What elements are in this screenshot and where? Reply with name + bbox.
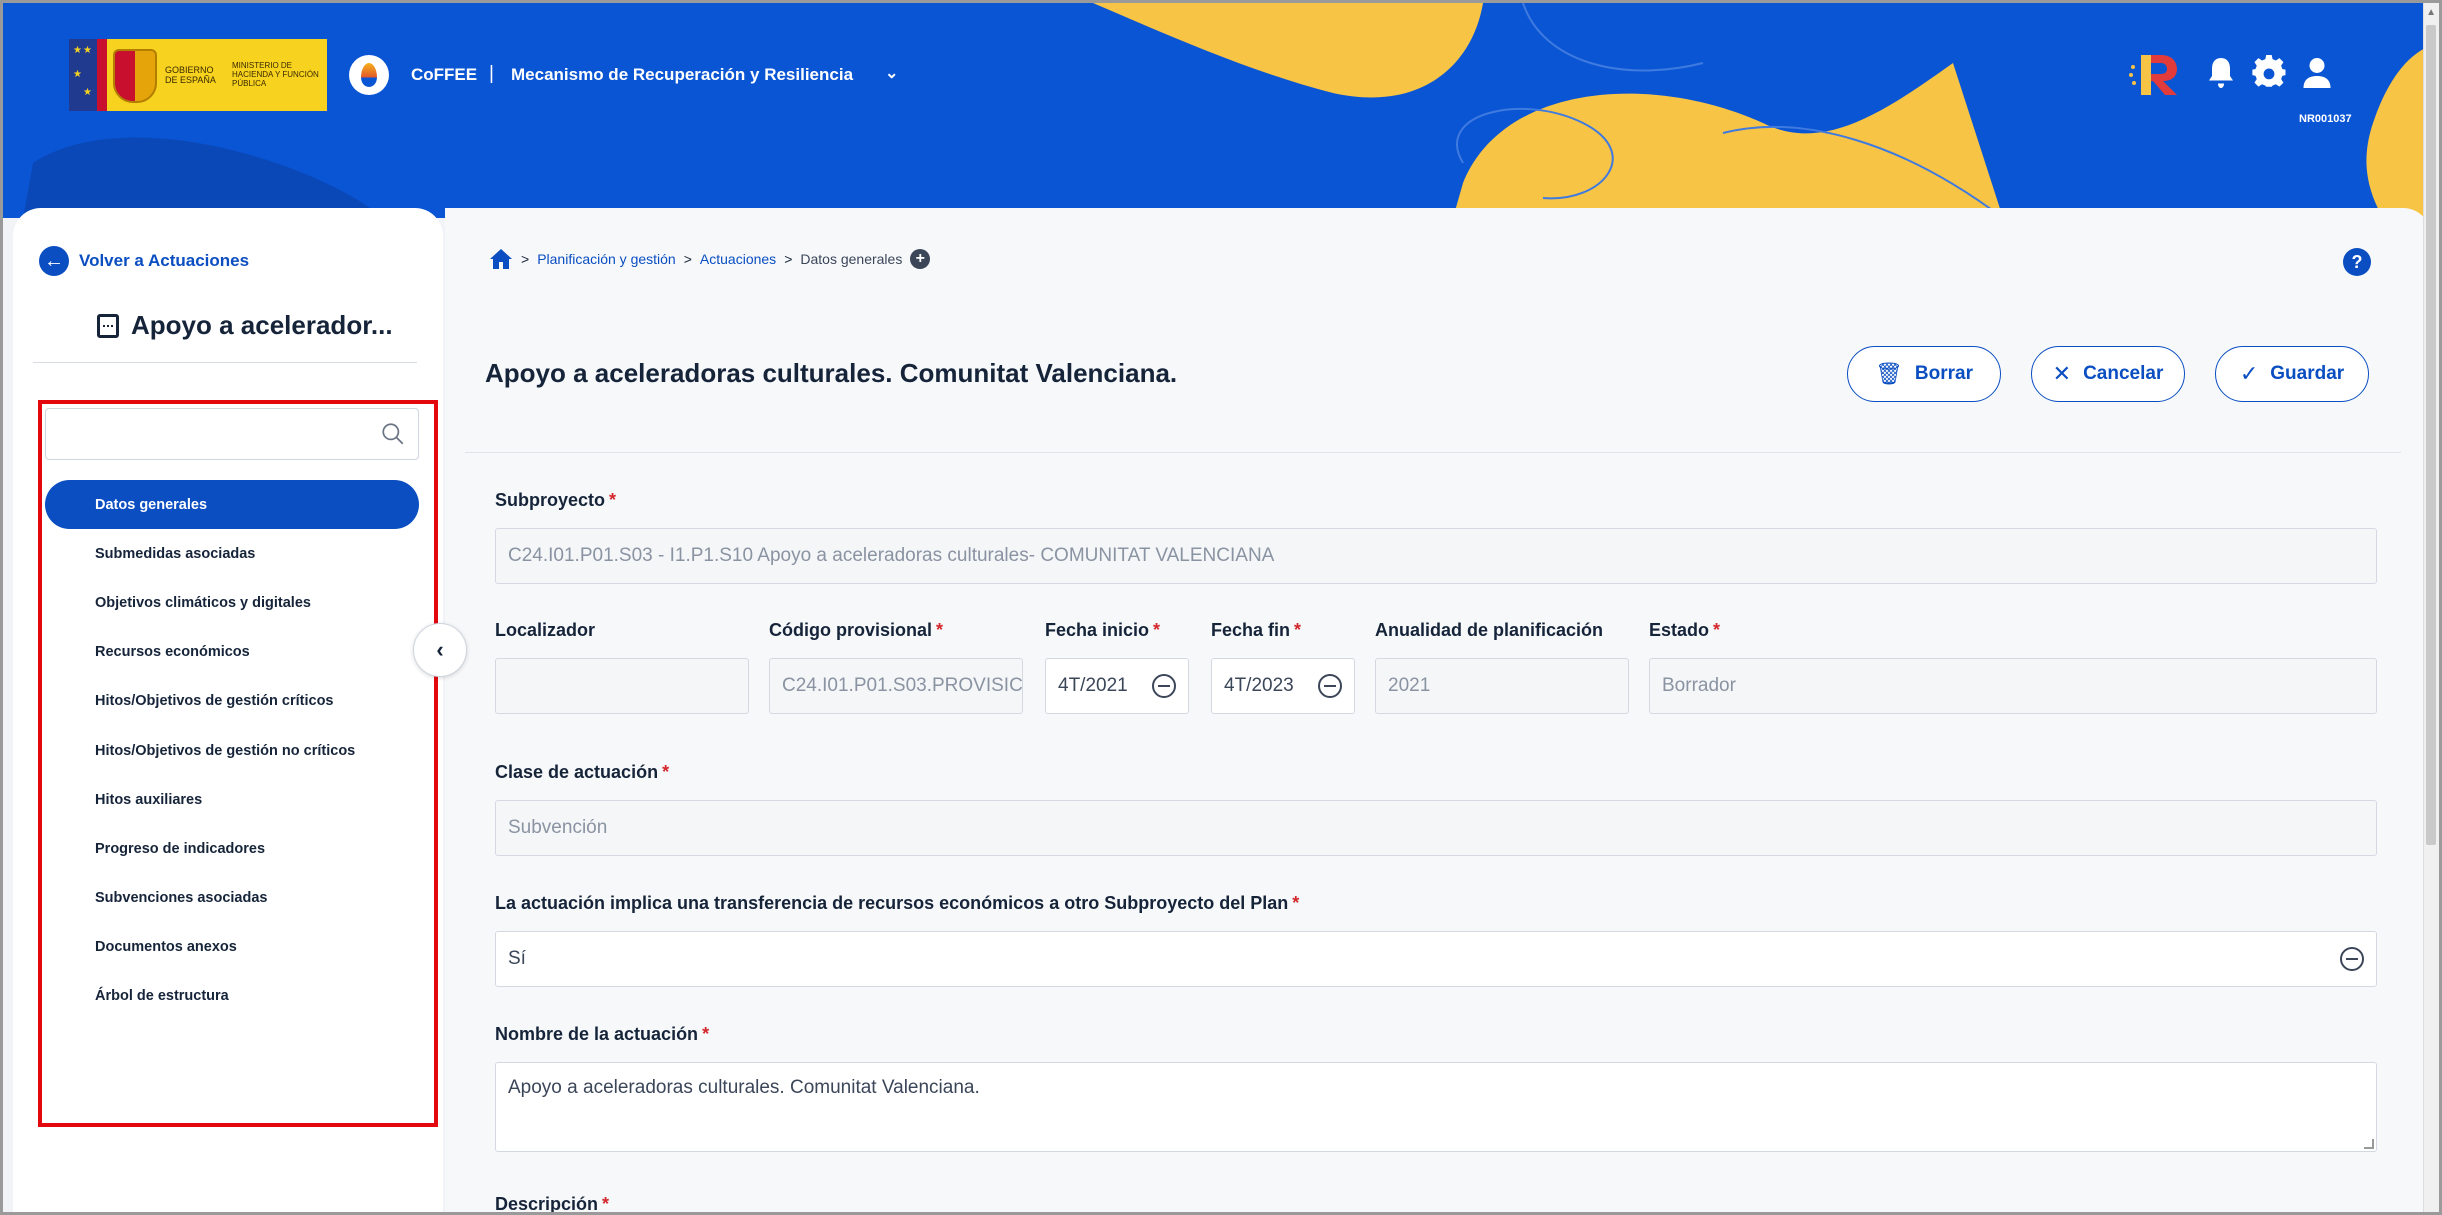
estado-field: Borrador	[1649, 658, 2377, 714]
clear-icon[interactable]	[1318, 674, 1342, 698]
anualidad-field: 2021	[1375, 658, 1629, 714]
main-content: > Planificación y gestión > Actuaciones …	[445, 208, 2431, 1214]
breadcrumb-separator: >	[784, 251, 793, 267]
title-divider	[465, 452, 2401, 453]
app-separator: |	[489, 63, 494, 84]
back-to-actuaciones-link[interactable]: ← Volver a Actuaciones	[39, 246, 249, 276]
top-header: ★ ★ ★ ★ GOBIERNO DE ESPAÑA MINISTERIO DE…	[3, 3, 2439, 218]
resize-handle-icon[interactable]	[2364, 1139, 2374, 1149]
fecha-inicio-value: 4T/2021	[1058, 675, 1128, 696]
transferencia-select[interactable]: Sí	[495, 931, 2377, 987]
nombre-actuacion-label: Nombre de la actuación *	[495, 1024, 710, 1044]
app-name[interactable]: CoFFEE	[411, 65, 477, 85]
logo-red-stripe	[97, 39, 107, 111]
fecha-inicio-label: Fecha inicio *	[1045, 620, 1161, 640]
module-selector[interactable]: Mecanismo de Recuperación y Resiliencia	[511, 65, 853, 85]
check-icon: ✓	[2239, 361, 2259, 386]
calculator-icon	[97, 313, 119, 338]
collapse-sidebar-button[interactable]: ‹	[413, 623, 467, 677]
gear-icon[interactable]	[2251, 55, 2287, 91]
logo-text-government: GOBIERNO DE ESPAÑA	[165, 65, 216, 85]
arrow-left-icon: ←	[39, 246, 69, 276]
sidebar-title-text: Apoyo a acelerador...	[131, 310, 393, 340]
descripcion-label: Descripción *	[495, 1194, 610, 1214]
cancel-button-label: Cancelar	[2083, 363, 2164, 384]
breadcrumb: > Planificación y gestión > Actuaciones …	[489, 248, 931, 270]
page-title: Apoyo a aceleradoras culturales. Comunit…	[485, 358, 1178, 388]
nombre-actuacion-value: Apoyo a aceleradoras culturales. Comunit…	[508, 1077, 980, 1098]
clase-actuacion-field: Subvención	[495, 800, 2377, 856]
home-icon[interactable]	[489, 248, 513, 270]
breadcrumb-separator: >	[683, 251, 692, 267]
eu-flag: ★ ★ ★ ★	[69, 39, 97, 111]
fecha-fin-label: Fecha fin *	[1211, 620, 1302, 640]
save-button-label: Guardar	[2270, 363, 2345, 384]
logo-text-ministry: MINISTERIO DE HACIENDA Y FUNCIÓN PÚBLICA	[232, 61, 319, 88]
cancel-button[interactable]: ✕ Cancelar	[2031, 346, 2185, 402]
sidebar-divider	[33, 362, 417, 363]
fecha-fin-value: 4T/2023	[1224, 675, 1294, 696]
clear-icon[interactable]	[2340, 947, 2364, 971]
header-decoration	[23, 3, 2439, 218]
bell-icon[interactable]	[2203, 55, 2239, 91]
transferencia-value: Sí	[508, 948, 526, 969]
chevron-left-icon: ‹	[436, 637, 444, 662]
save-button[interactable]: ✓ Guardar	[2215, 346, 2369, 402]
fecha-fin-field[interactable]: 4T/2023	[1211, 658, 1355, 714]
breadcrumb-datos-generales: Datos generales	[800, 251, 903, 267]
user-icon[interactable]	[2299, 55, 2335, 91]
sidebar: ← Volver a Actuaciones Apoyo a acelerado…	[13, 208, 443, 1212]
fecha-inicio-field[interactable]: 4T/2021	[1045, 658, 1189, 714]
scrollbar-thumb[interactable]	[2426, 25, 2436, 845]
delete-button[interactable]: 🗑 Borrar	[1847, 346, 2001, 402]
codigo-provisional-field: C24.I01.P01.S03.PROVISIC	[769, 658, 1023, 714]
breadcrumb-planificacion[interactable]: Planificación y gestión	[537, 251, 676, 267]
trash-icon: 🗑	[1874, 361, 1903, 386]
localizador-field	[495, 658, 749, 714]
localizador-label: Localizador	[495, 620, 596, 640]
subproyecto-label: Subproyecto *	[495, 490, 617, 510]
government-logo[interactable]: ★ ★ ★ ★ GOBIERNO DE ESPAÑA MINISTERIO DE…	[69, 39, 327, 111]
delete-button-label: Borrar	[1914, 363, 1973, 384]
breadcrumb-actuaciones[interactable]: Actuaciones	[700, 251, 776, 267]
annotation-highlight-box	[38, 400, 438, 1127]
scroll-up-icon[interactable]: ▲	[2426, 7, 2436, 18]
clear-icon[interactable]	[1152, 674, 1176, 698]
breadcrumb-separator: >	[521, 251, 530, 267]
coffee-app-icon[interactable]	[349, 55, 389, 95]
page-scrollbar[interactable]: ▲	[2423, 3, 2439, 1212]
back-link-label: Volver a Actuaciones	[79, 251, 250, 270]
sidebar-title: Apoyo a acelerador...	[97, 310, 393, 341]
help-icon[interactable]: ?	[2343, 248, 2371, 276]
subproyecto-field: C24.I01.P01.S03 - I1.P1.S10 Apoyo a acel…	[495, 528, 2377, 584]
anualidad-label: Anualidad de planificación	[1375, 620, 1604, 640]
prtr-logo-icon	[2129, 55, 2177, 95]
plus-circle-icon[interactable]: +	[910, 249, 931, 269]
clase-actuacion-label: Clase de actuación *	[495, 762, 670, 782]
chevron-down-icon[interactable]: ⌄	[885, 63, 898, 83]
user-code: NR001037	[2299, 113, 2352, 125]
close-icon: ✕	[2052, 361, 2072, 386]
codigo-provisional-label: Código provisional *	[769, 620, 944, 640]
coat-of-arms-icon	[113, 49, 157, 103]
app-window: ★ ★ ★ ★ GOBIERNO DE ESPAÑA MINISTERIO DE…	[0, 0, 2442, 1215]
transferencia-label: La actuación implica una transferencia d…	[495, 893, 1300, 913]
estado-label: Estado *	[1649, 620, 1721, 640]
nombre-actuacion-textarea[interactable]: Apoyo a aceleradoras culturales. Comunit…	[495, 1062, 2377, 1152]
